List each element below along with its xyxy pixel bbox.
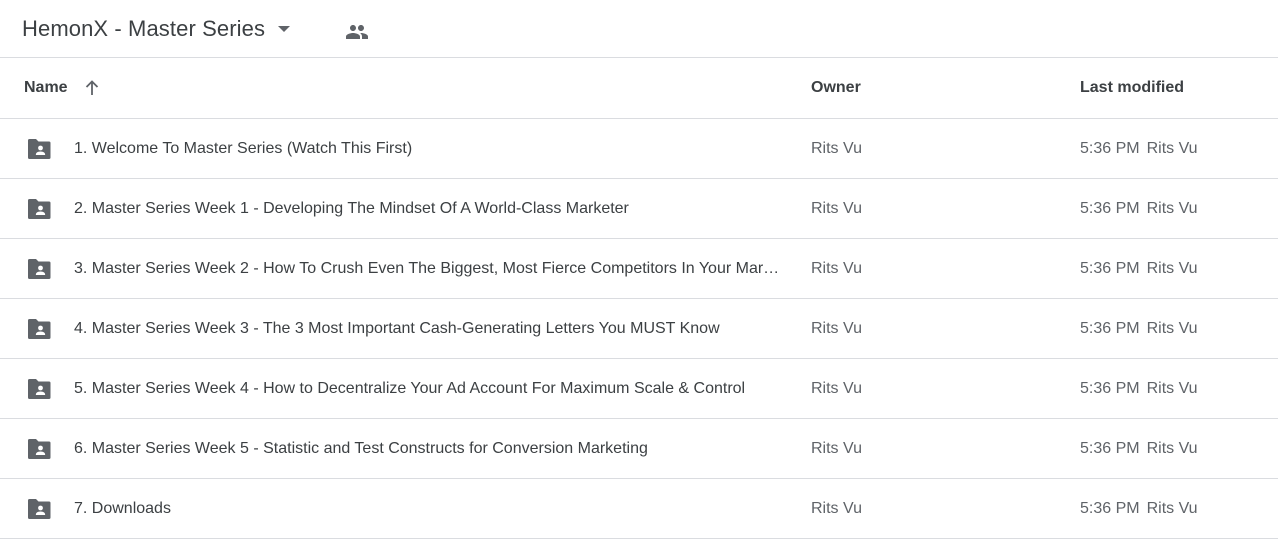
folder-title-dropdown[interactable]: HemonX - Master Series	[22, 13, 291, 45]
last-modified-cell: 5:36 PM Rits Vu	[1080, 299, 1198, 359]
last-modified-cell: 5:36 PM Rits Vu	[1080, 239, 1198, 299]
table-row[interactable]: 2. Master Series Week 1 - Developing The…	[0, 179, 1278, 239]
file-name-cell: 2. Master Series Week 1 - Developing The…	[74, 179, 782, 239]
file-name: 3. Master Series Week 2 - How To Crush E…	[74, 260, 780, 277]
modified-by: Rits Vu	[1146, 260, 1198, 277]
modified-by: Rits Vu	[1146, 140, 1198, 157]
modified-by: Rits Vu	[1146, 380, 1198, 397]
file-name: 7. Downloads	[74, 500, 171, 517]
arrow-drop-down-icon[interactable]	[277, 22, 291, 36]
owner-cell: Rits Vu	[811, 179, 862, 239]
file-name-cell: 3. Master Series Week 2 - How To Crush E…	[74, 239, 782, 299]
owner-cell: Rits Vu	[811, 359, 862, 419]
shared-folder-icon	[26, 377, 52, 401]
file-name-cell: 1. Welcome To Master Series (Watch This …	[74, 119, 782, 179]
file-name-cell: 6. Master Series Week 5 - Statistic and …	[74, 419, 782, 479]
modified-by: Rits Vu	[1146, 200, 1198, 217]
column-header-owner[interactable]: Owner	[811, 58, 861, 118]
folder-title: HemonX - Master Series	[22, 16, 266, 41]
file-name: 4. Master Series Week 3 - The 3 Most Imp…	[74, 320, 720, 337]
owner-name: Rits Vu	[811, 500, 862, 517]
last-modified-cell: 5:36 PM Rits Vu	[1080, 119, 1198, 179]
file-name-cell: 7. Downloads	[74, 479, 782, 539]
owner-cell: Rits Vu	[811, 479, 862, 539]
last-modified-cell: 5:36 PM Rits Vu	[1080, 419, 1198, 479]
file-name-cell: 4. Master Series Week 3 - The 3 Most Imp…	[74, 299, 782, 359]
owner-name: Rits Vu	[811, 260, 862, 277]
column-header-name[interactable]: Name	[24, 58, 102, 118]
column-header-name-label: Name	[24, 79, 68, 96]
owner-name: Rits Vu	[811, 200, 862, 217]
table-row[interactable]: 3. Master Series Week 2 - How To Crush E…	[0, 239, 1278, 299]
shared-folder-icon	[26, 437, 52, 461]
modified-by: Rits Vu	[1146, 500, 1198, 517]
owner-name: Rits Vu	[811, 320, 862, 337]
table-row[interactable]: 7. Downloads Rits Vu 5:36 PM Rits Vu	[0, 479, 1278, 539]
file-name: 5. Master Series Week 4 - How to Decentr…	[74, 380, 746, 397]
modified-by: Rits Vu	[1146, 440, 1198, 457]
file-list: 1. Welcome To Master Series (Watch This …	[0, 119, 1278, 539]
owner-name: Rits Vu	[811, 380, 862, 397]
owner-name: Rits Vu	[811, 440, 862, 457]
owner-cell: Rits Vu	[811, 239, 862, 299]
owner-cell: Rits Vu	[811, 419, 862, 479]
table-row[interactable]: 4. Master Series Week 3 - The 3 Most Imp…	[0, 299, 1278, 359]
modified-time: 5:36 PM	[1080, 260, 1140, 277]
owner-cell: Rits Vu	[811, 299, 862, 359]
shared-folder-icon	[26, 317, 52, 341]
modified-by: Rits Vu	[1146, 320, 1198, 337]
modified-time: 5:36 PM	[1080, 140, 1140, 157]
shared-folder-icon	[26, 197, 52, 221]
table-row[interactable]: 5. Master Series Week 4 - How to Decentr…	[0, 359, 1278, 419]
file-name: 2. Master Series Week 1 - Developing The…	[74, 200, 629, 217]
table-row[interactable]: 6. Master Series Week 5 - Statistic and …	[0, 419, 1278, 479]
modified-time: 5:36 PM	[1080, 320, 1140, 337]
modified-time: 5:36 PM	[1080, 440, 1140, 457]
modified-time: 5:36 PM	[1080, 380, 1140, 397]
last-modified-cell: 5:36 PM Rits Vu	[1080, 479, 1198, 539]
shared-folder-icon	[26, 497, 52, 521]
last-modified-cell: 5:36 PM Rits Vu	[1080, 359, 1198, 419]
owner-name: Rits Vu	[811, 140, 862, 157]
owner-cell: Rits Vu	[811, 119, 862, 179]
last-modified-cell: 5:36 PM Rits Vu	[1080, 179, 1198, 239]
modified-time: 5:36 PM	[1080, 500, 1140, 517]
shared-folder-icon	[26, 137, 52, 161]
column-header-last-modified[interactable]: Last modified	[1080, 58, 1184, 118]
column-header-row: Name Owner Last modified	[0, 58, 1278, 119]
file-name: 1. Welcome To Master Series (Watch This …	[74, 140, 413, 157]
shared-folder-icon	[26, 257, 52, 281]
file-name: 6. Master Series Week 5 - Statistic and …	[74, 440, 648, 457]
table-row[interactable]: 1. Welcome To Master Series (Watch This …	[0, 119, 1278, 179]
people-icon[interactable]	[345, 20, 369, 44]
file-name-cell: 5. Master Series Week 4 - How to Decentr…	[74, 359, 782, 419]
column-header-owner-label: Owner	[811, 79, 861, 96]
modified-time: 5:36 PM	[1080, 200, 1140, 217]
column-header-last-modified-label: Last modified	[1080, 79, 1185, 96]
arrow-up-icon[interactable]	[82, 78, 102, 98]
top-bar: HemonX - Master Series	[0, 0, 1278, 58]
